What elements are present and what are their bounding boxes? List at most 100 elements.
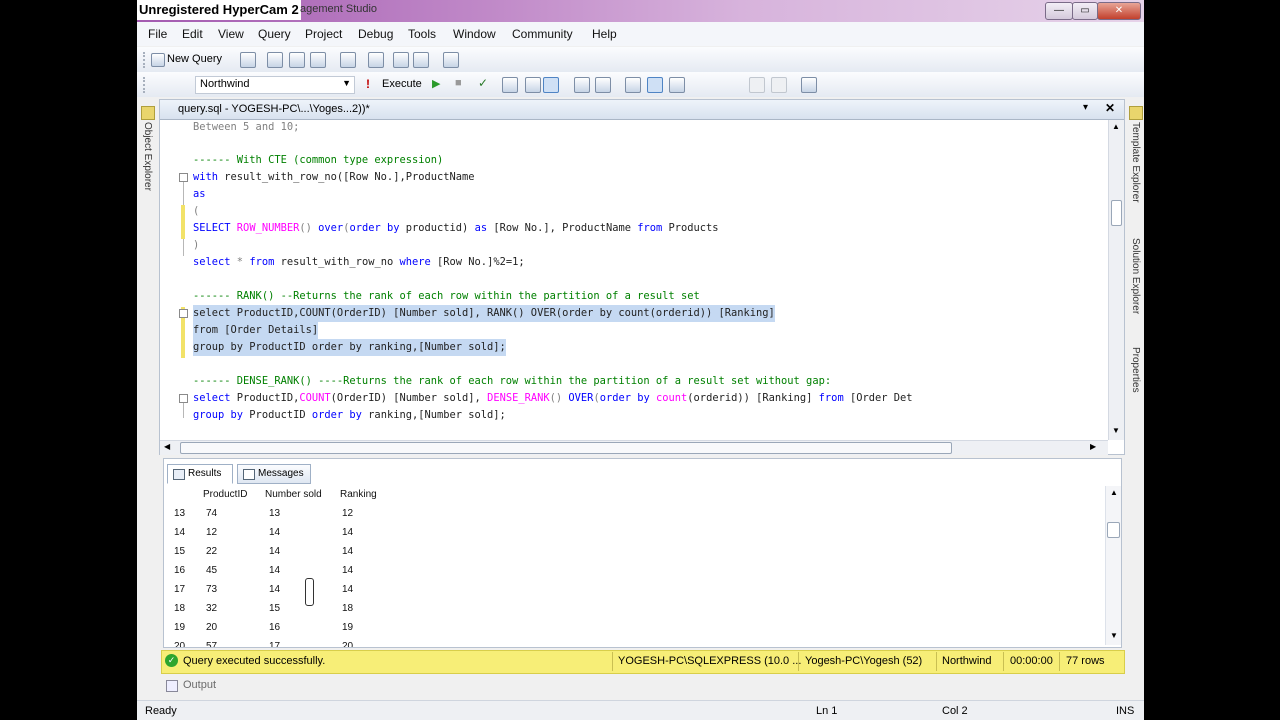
- database-select[interactable]: Northwind ▼: [195, 76, 355, 94]
- debug-play-icon[interactable]: ▶: [432, 77, 440, 90]
- scroll-left-icon[interactable]: ◀: [164, 442, 170, 451]
- results-vertical-scrollbar[interactable]: ▲ ▼: [1105, 486, 1121, 645]
- open-folder-icon[interactable]: [368, 52, 384, 68]
- cell-ranking[interactable]: 19: [342, 622, 353, 633]
- cell-ranking[interactable]: 14: [342, 584, 353, 595]
- parse-check-icon[interactable]: ✓: [478, 76, 488, 90]
- cell-number-sold[interactable]: 15: [269, 603, 280, 614]
- cell-number-sold[interactable]: 13: [269, 508, 280, 519]
- cell-number-sold[interactable]: 17: [269, 641, 280, 647]
- menu-view[interactable]: View: [218, 27, 244, 41]
- cell-ranking[interactable]: 14: [342, 565, 353, 576]
- mdx-query-icon[interactable]: [310, 52, 326, 68]
- cell-productid[interactable]: 20: [206, 622, 217, 633]
- cell-number-sold[interactable]: 14: [269, 546, 280, 557]
- sql-editor[interactable]: Between 5 and 10; ------ With CTE (commo…: [160, 120, 1108, 440]
- object-explorer-icon[interactable]: [141, 106, 155, 120]
- cell-ranking[interactable]: 20: [342, 641, 353, 647]
- document-tab[interactable]: query.sql - YOGESH-PC\...\Yoges...2))* ▾…: [160, 100, 1124, 120]
- pin-icon[interactable]: ▾: [1083, 102, 1088, 113]
- menu-tools[interactable]: Tools: [408, 27, 436, 41]
- cell-ranking[interactable]: 18: [342, 603, 353, 614]
- column-header[interactable]: Ranking: [340, 489, 377, 500]
- cell-number-sold[interactable]: 14: [269, 565, 280, 576]
- scroll-thumb[interactable]: [1107, 522, 1120, 538]
- analysis-query-icon[interactable]: [289, 52, 305, 68]
- cell-productid[interactable]: 73: [206, 584, 217, 595]
- open-file-icon[interactable]: [340, 52, 356, 68]
- execute-button[interactable]: Execute: [382, 78, 422, 90]
- cell-productid[interactable]: 12: [206, 527, 217, 538]
- tab-results[interactable]: Results: [167, 464, 233, 484]
- solution-explorer-tab[interactable]: Solution Explorer: [1130, 238, 1141, 314]
- editor-vertical-scrollbar[interactable]: ▲ ▼: [1108, 120, 1124, 440]
- indent-icon[interactable]: [801, 77, 817, 93]
- cell-number-sold[interactable]: 14: [269, 584, 280, 595]
- column-header[interactable]: ProductID: [203, 489, 247, 500]
- toolbar-grip-2[interactable]: [143, 77, 149, 93]
- include-plan-icon[interactable]: [625, 77, 641, 93]
- results-to-grid-icon[interactable]: [543, 77, 559, 93]
- cell-productid[interactable]: 57: [206, 641, 217, 647]
- properties-tab[interactable]: Properties: [1130, 347, 1141, 393]
- menu-file[interactable]: File: [148, 27, 167, 41]
- comment-out-icon[interactable]: [749, 77, 765, 93]
- close-tab-button[interactable]: ✕: [1105, 101, 1115, 115]
- client-statistics-icon[interactable]: [669, 77, 685, 93]
- column-header[interactable]: Number sold: [265, 489, 322, 500]
- scroll-thumb[interactable]: [1111, 200, 1122, 226]
- menu-community[interactable]: Community: [512, 27, 573, 41]
- save-all-icon[interactable]: [413, 52, 429, 68]
- template-explorer-icon[interactable]: [1129, 106, 1143, 120]
- toolbar-grip[interactable]: [143, 52, 149, 68]
- save-icon[interactable]: [393, 52, 409, 68]
- results-grid[interactable]: ProductID Number sold Ranking 13 74 13 1…: [164, 486, 1104, 647]
- menu-window[interactable]: Window: [453, 27, 496, 41]
- menu-project[interactable]: Project: [305, 27, 342, 41]
- activity-monitor-icon[interactable]: [443, 52, 459, 68]
- minimize-button[interactable]: —: [1045, 2, 1073, 20]
- code-text: ): [193, 239, 200, 251]
- scroll-down-icon[interactable]: ▼: [1112, 426, 1120, 435]
- cell-ranking[interactable]: 12: [342, 508, 353, 519]
- scroll-up-icon[interactable]: ▲: [1112, 122, 1120, 131]
- cell-ranking[interactable]: 14: [342, 546, 353, 557]
- cell-number-sold[interactable]: 14: [269, 527, 280, 538]
- maximize-button[interactable]: ▭: [1072, 2, 1098, 20]
- editor-horizontal-scrollbar[interactable]: ◀ ▶: [160, 440, 1108, 455]
- object-explorer-tab[interactable]: Object Explorer: [142, 122, 153, 191]
- cell-productid[interactable]: 32: [206, 603, 217, 614]
- uncomment-icon[interactable]: [771, 77, 787, 93]
- scroll-down-icon[interactable]: ▼: [1110, 631, 1118, 640]
- scroll-up-icon[interactable]: ▲: [1110, 488, 1118, 497]
- collapse-toggle[interactable]: [179, 394, 188, 403]
- scroll-right-icon[interactable]: ▶: [1090, 442, 1096, 451]
- database-engine-query-icon[interactable]: [267, 52, 283, 68]
- cell-productid[interactable]: 22: [206, 546, 217, 557]
- menu-help[interactable]: Help: [592, 27, 617, 41]
- cell-productid[interactable]: 74: [206, 508, 217, 519]
- cell-number-sold[interactable]: 16: [269, 622, 280, 633]
- output-tab[interactable]: Output: [161, 676, 251, 696]
- display-plan-icon[interactable]: [502, 77, 518, 93]
- status-message: Query executed successfully.: [183, 655, 326, 667]
- results-to-text-icon[interactable]: [574, 77, 590, 93]
- code-text: group by ProductID order by ranking,[Num…: [193, 341, 506, 353]
- menu-edit[interactable]: Edit: [182, 27, 203, 41]
- menu-debug[interactable]: Debug: [358, 27, 393, 41]
- results-to-file-icon[interactable]: [595, 77, 611, 93]
- include-statistics-icon[interactable]: [647, 77, 663, 93]
- tab-messages[interactable]: Messages: [237, 464, 311, 484]
- query-designer-icon[interactable]: [525, 77, 541, 93]
- cell-productid[interactable]: 45: [206, 565, 217, 576]
- template-explorer-tab[interactable]: Template Explorer: [1130, 122, 1141, 203]
- collapse-toggle[interactable]: [179, 173, 188, 182]
- scroll-thumb[interactable]: [180, 442, 952, 454]
- cell-ranking[interactable]: 14: [342, 527, 353, 538]
- close-button[interactable]: ✕: [1097, 2, 1141, 20]
- cancel-query-icon[interactable]: ■: [455, 77, 462, 89]
- new-file-icon[interactable]: [240, 52, 256, 68]
- new-query-button[interactable]: New Query: [167, 53, 222, 65]
- menu-query[interactable]: Query: [258, 27, 291, 41]
- collapse-toggle[interactable]: [179, 309, 188, 318]
